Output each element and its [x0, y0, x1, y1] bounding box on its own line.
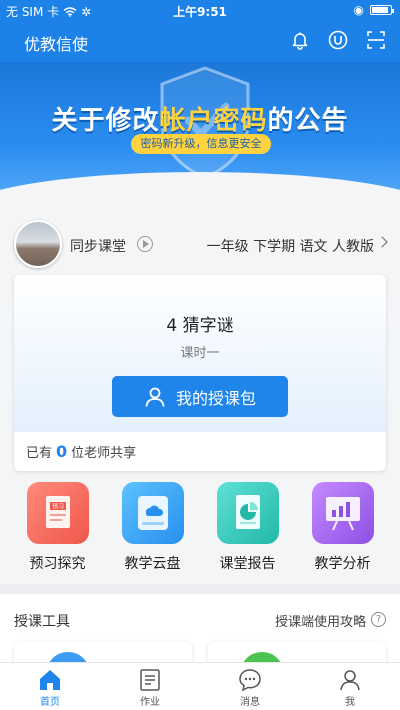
- tab-homework[interactable]: 作业: [100, 663, 200, 710]
- preview-doc-icon: 预习: [26, 482, 89, 544]
- scan-icon[interactable]: [366, 30, 386, 50]
- banner-headline: 关于修改帐户密码的公告: [51, 106, 349, 136]
- bell-icon[interactable]: [290, 30, 310, 50]
- user-circle-icon[interactable]: [328, 30, 348, 50]
- feature-label: 课堂报告: [219, 556, 276, 572]
- sync-classroom-label[interactable]: 同步课堂: [70, 236, 126, 256]
- tab-label: 我: [345, 697, 355, 708]
- tools-guide-link[interactable]: 授课端使用攻略: [275, 611, 366, 630]
- person-icon: [145, 387, 165, 407]
- chevron-right-icon[interactable]: [376, 236, 388, 248]
- feature-class-report[interactable]: 课堂报告: [200, 482, 295, 578]
- avatar[interactable]: [14, 220, 62, 268]
- status-bar: 无 SIM 卡 ✲ 上午9:51 ◉: [0, 0, 400, 20]
- cloud-disk-icon: [121, 482, 184, 544]
- svg-text:预习: 预习: [51, 503, 63, 511]
- tab-messages[interactable]: 消息: [200, 663, 300, 710]
- lesson-subtitle: 课时一: [180, 346, 220, 361]
- my-lesson-package-label: 我的授课包: [175, 388, 256, 408]
- lesson-title: 4 猜字谜: [166, 316, 234, 336]
- home-icon: [40, 670, 60, 690]
- profile-icon: [340, 670, 360, 691]
- feature-cloud-disk[interactable]: 教学云盘: [105, 482, 200, 578]
- tab-home[interactable]: 首页: [0, 663, 100, 710]
- banner-pill: 密码新升级，信息更安全: [131, 134, 271, 154]
- help-icon[interactable]: ?: [371, 612, 386, 627]
- sync-classroom-row[interactable]: 同步课堂 一年级 下学期 语文 人教版: [0, 214, 400, 270]
- my-lesson-package-button[interactable]: 我的授课包: [112, 376, 288, 417]
- lesson-card: 4 猜字谜 课时一 我的授课包 已有 0 位老师共享: [14, 275, 386, 471]
- analysis-board-icon: [311, 482, 374, 544]
- grade-selector[interactable]: 一年级 下学期 语文 人教版: [207, 236, 374, 256]
- share-count: 0: [56, 442, 68, 461]
- play-icon[interactable]: [137, 236, 153, 252]
- app-title: 优教信使: [24, 35, 89, 54]
- report-doc-icon: [216, 482, 279, 544]
- tab-profile[interactable]: 我: [300, 663, 400, 710]
- banner-wave: [0, 172, 400, 212]
- teaching-tools-section: 授课工具 授课端使用攻略 ?: [0, 594, 400, 672]
- feature-grid: 预习 预习探究 教学云盘 课堂报告 教学分析: [0, 482, 400, 578]
- message-icon: [239, 669, 261, 692]
- status-time: 上午9:51: [173, 5, 227, 19]
- feature-label: 教学云盘: [124, 556, 181, 572]
- tab-label: 消息: [240, 697, 260, 708]
- feature-label: 教学分析: [314, 556, 371, 572]
- tab-label: 首页: [40, 697, 60, 708]
- announcement-banner[interactable]: 关于修改帐户密码的公告 密码新升级，信息更安全: [0, 62, 400, 212]
- top-bar: 无 SIM 卡 ✲ 上午9:51 ◉ 优教信使: [0, 0, 400, 62]
- bottom-tab-bar: 首页 作业 消息 我: [0, 662, 400, 710]
- tools-title: 授课工具: [14, 614, 70, 630]
- battery-icon: [370, 5, 394, 15]
- section-divider: [0, 584, 400, 594]
- homework-icon: [140, 669, 160, 691]
- feature-teaching-analysis[interactable]: 教学分析: [295, 482, 390, 578]
- share-info: 已有 0 位老师共享: [26, 442, 137, 461]
- feature-label: 预习探究: [29, 556, 86, 572]
- lesson-card-header: 4 猜字谜 课时一 我的授课包: [14, 275, 386, 432]
- feature-preview[interactable]: 预习 预习探究: [10, 482, 105, 578]
- orientation-lock-icon: ◉: [353, 3, 364, 17]
- tab-label: 作业: [140, 697, 160, 708]
